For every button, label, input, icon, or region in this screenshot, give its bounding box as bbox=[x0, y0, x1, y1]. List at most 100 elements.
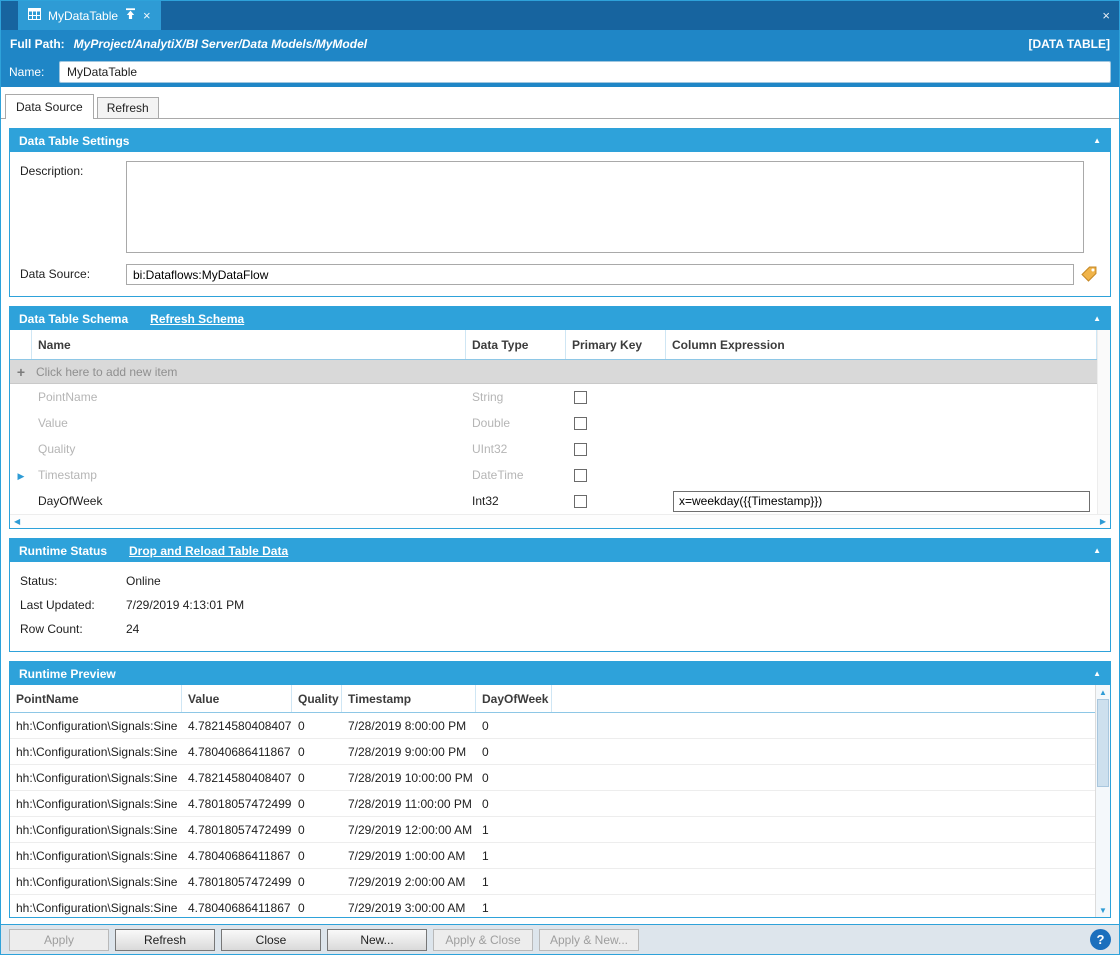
collapse-icon[interactable]: ▲ bbox=[1093, 546, 1101, 555]
primary-key-checkbox[interactable] bbox=[574, 495, 587, 508]
schema-row-quality[interactable]: Quality UInt32 bbox=[10, 436, 1097, 462]
tab-refresh[interactable]: Refresh bbox=[97, 97, 159, 118]
tab-close-icon[interactable]: × bbox=[143, 9, 151, 22]
schema-header-name[interactable]: Name bbox=[32, 330, 466, 359]
refresh-schema-link[interactable]: Refresh Schema bbox=[150, 312, 244, 326]
primary-key-checkbox[interactable] bbox=[574, 391, 587, 404]
collapse-icon[interactable]: ▲ bbox=[1093, 669, 1101, 678]
preview-row[interactable]: hh:\Configuration\Signals:Sine 4.7801805… bbox=[10, 791, 1095, 817]
scrollbar-track[interactable] bbox=[1096, 699, 1110, 903]
add-new-item-row[interactable]: + Click here to add new item bbox=[10, 360, 1097, 384]
preview-row[interactable]: hh:\Configuration\Signals:Sine 4.7801805… bbox=[10, 869, 1095, 895]
schema-type-cell: UInt32 bbox=[466, 442, 566, 456]
name-bar: Name: bbox=[1, 57, 1119, 87]
help-button[interactable]: ? bbox=[1090, 929, 1111, 950]
document-tab-title: MyDataTable bbox=[48, 9, 118, 23]
column-expression-input[interactable] bbox=[673, 491, 1090, 512]
preview-value-cell: 4.78214580408407 bbox=[182, 771, 292, 785]
preview-vertical-scrollbar[interactable]: ▲ ▼ bbox=[1095, 685, 1110, 917]
schema-row-pointname[interactable]: PointName String bbox=[10, 384, 1097, 410]
runtime-status-body: Status: Online Last Updated: 7/29/2019 4… bbox=[10, 562, 1110, 651]
preview-timestamp-cell: 7/29/2019 3:00:00 AM bbox=[342, 901, 476, 915]
selected-row-marker-icon: ▶ bbox=[18, 471, 25, 481]
preview-row[interactable]: hh:\Configuration\Signals:Sine 4.7801805… bbox=[10, 817, 1095, 843]
preview-quality-cell: 0 bbox=[292, 719, 342, 733]
preview-quality-cell: 0 bbox=[292, 901, 342, 915]
new-button[interactable]: New... bbox=[327, 929, 427, 951]
refresh-button[interactable]: Refresh bbox=[115, 929, 215, 951]
preview-quality-cell: 0 bbox=[292, 797, 342, 811]
scroll-up-icon[interactable]: ▲ bbox=[1096, 685, 1110, 699]
data-table-settings-section: Data Table Settings ▲ Description: Data … bbox=[9, 128, 1111, 297]
pin-icon[interactable] bbox=[125, 8, 136, 23]
preview-value-cell: 4.78018057472499 bbox=[182, 875, 292, 889]
window-close-icon[interactable]: × bbox=[1102, 9, 1119, 22]
scroll-left-icon[interactable]: ◀ bbox=[14, 518, 20, 526]
preview-pointname-cell: hh:\Configuration\Signals:Sine bbox=[10, 875, 182, 889]
primary-key-checkbox[interactable] bbox=[574, 469, 587, 482]
schema-name-cell: PointName bbox=[32, 390, 466, 404]
schema-row-dayofweek[interactable]: DayOfWeek Int32 bbox=[10, 488, 1097, 514]
collapse-icon[interactable]: ▲ bbox=[1093, 314, 1101, 323]
preview-row[interactable]: hh:\Configuration\Signals:Sine 4.7804068… bbox=[10, 895, 1095, 917]
primary-key-checkbox[interactable] bbox=[574, 417, 587, 430]
settings-section-header: Data Table Settings ▲ bbox=[10, 129, 1110, 152]
scroll-right-icon[interactable]: ▶ bbox=[1100, 518, 1106, 526]
schema-type-cell: String bbox=[466, 390, 566, 404]
tab-data-source[interactable]: Data Source bbox=[5, 94, 94, 119]
preview-row[interactable]: hh:\Configuration\Signals:Sine 4.7821458… bbox=[10, 765, 1095, 791]
scroll-down-icon[interactable]: ▼ bbox=[1096, 903, 1110, 917]
preview-value-cell: 4.78214580408407 bbox=[182, 719, 292, 733]
preview-row[interactable]: hh:\Configuration\Signals:Sine 4.7804068… bbox=[10, 739, 1095, 765]
preview-dayofweek-cell: 0 bbox=[476, 745, 552, 759]
preview-header-dayofweek[interactable]: DayOfWeek bbox=[476, 685, 552, 712]
preview-value-cell: 4.78040686411867 bbox=[182, 901, 292, 915]
drop-reload-link[interactable]: Drop and Reload Table Data bbox=[129, 544, 288, 558]
apply-and-close-button[interactable]: Apply & Close bbox=[433, 929, 533, 951]
preview-header-pointname[interactable]: PointName bbox=[10, 685, 182, 712]
schema-header-primary-key[interactable]: Primary Key bbox=[566, 330, 666, 359]
close-button[interactable]: Close bbox=[221, 929, 321, 951]
preview-timestamp-cell: 7/29/2019 12:00:00 AM bbox=[342, 823, 476, 837]
preview-header-timestamp[interactable]: Timestamp bbox=[342, 685, 476, 712]
primary-key-checkbox[interactable] bbox=[574, 443, 587, 456]
schema-pk-cell bbox=[566, 442, 666, 456]
apply-button[interactable]: Apply bbox=[9, 929, 109, 951]
schema-type-cell: DateTime bbox=[466, 468, 566, 482]
preview-pointname-cell: hh:\Configuration\Signals:Sine bbox=[10, 719, 182, 733]
preview-pointname-cell: hh:\Configuration\Signals:Sine bbox=[10, 901, 182, 915]
preview-rows: hh:\Configuration\Signals:Sine 4.7821458… bbox=[10, 713, 1095, 917]
preview-header-value[interactable]: Value bbox=[182, 685, 292, 712]
preview-pointname-cell: hh:\Configuration\Signals:Sine bbox=[10, 771, 182, 785]
preview-row[interactable]: hh:\Configuration\Signals:Sine 4.7804068… bbox=[10, 843, 1095, 869]
preview-pointname-cell: hh:\Configuration\Signals:Sine bbox=[10, 823, 182, 837]
collapse-icon[interactable]: ▲ bbox=[1093, 136, 1101, 145]
schema-row-timestamp[interactable]: ▶ Timestamp DateTime bbox=[10, 462, 1097, 488]
scrollbar-thumb[interactable] bbox=[1097, 699, 1109, 787]
last-updated-value: 7/29/2019 4:13:01 PM bbox=[126, 598, 244, 612]
footer-bar: Apply Refresh Close New... Apply & Close… bbox=[1, 924, 1119, 954]
schema-section-title: Data Table Schema bbox=[19, 312, 128, 326]
preview-header-quality[interactable]: Quality bbox=[292, 685, 342, 712]
status-label: Status: bbox=[20, 574, 126, 588]
full-path-bar: Full Path: MyProject/AnalytiX/BI Server/… bbox=[1, 30, 1119, 57]
description-input[interactable] bbox=[126, 161, 1084, 253]
tab-refresh-label: Refresh bbox=[107, 101, 149, 115]
schema-header-selector bbox=[10, 330, 32, 359]
schema-vertical-scrollbar[interactable] bbox=[1097, 330, 1110, 514]
data-source-input[interactable] bbox=[126, 264, 1074, 285]
preview-row[interactable]: hh:\Configuration\Signals:Sine 4.7821458… bbox=[10, 713, 1095, 739]
tag-browse-icon[interactable] bbox=[1081, 266, 1097, 285]
data-table-schema-section: Data Table Schema Refresh Schema ▲ Name … bbox=[9, 306, 1111, 529]
add-new-item-label: Click here to add new item bbox=[32, 365, 1097, 379]
schema-row-value[interactable]: Value Double bbox=[10, 410, 1097, 436]
document-tab-mydatatable[interactable]: MyDataTable × bbox=[18, 1, 161, 30]
schema-header-data-type[interactable]: Data Type bbox=[466, 330, 566, 359]
schema-header-row: Name Data Type Primary Key Column Expres… bbox=[10, 330, 1097, 360]
preview-header-row: PointName Value Quality Timestamp DayOfW… bbox=[10, 685, 1095, 713]
apply-and-new-button[interactable]: Apply & New... bbox=[539, 929, 639, 951]
schema-header-column-expression[interactable]: Column Expression bbox=[666, 330, 1097, 359]
runtime-status-section: Runtime Status Drop and Reload Table Dat… bbox=[9, 538, 1111, 652]
schema-horizontal-scrollbar[interactable]: ◀ ▶ bbox=[10, 514, 1110, 528]
name-input[interactable] bbox=[59, 61, 1111, 83]
